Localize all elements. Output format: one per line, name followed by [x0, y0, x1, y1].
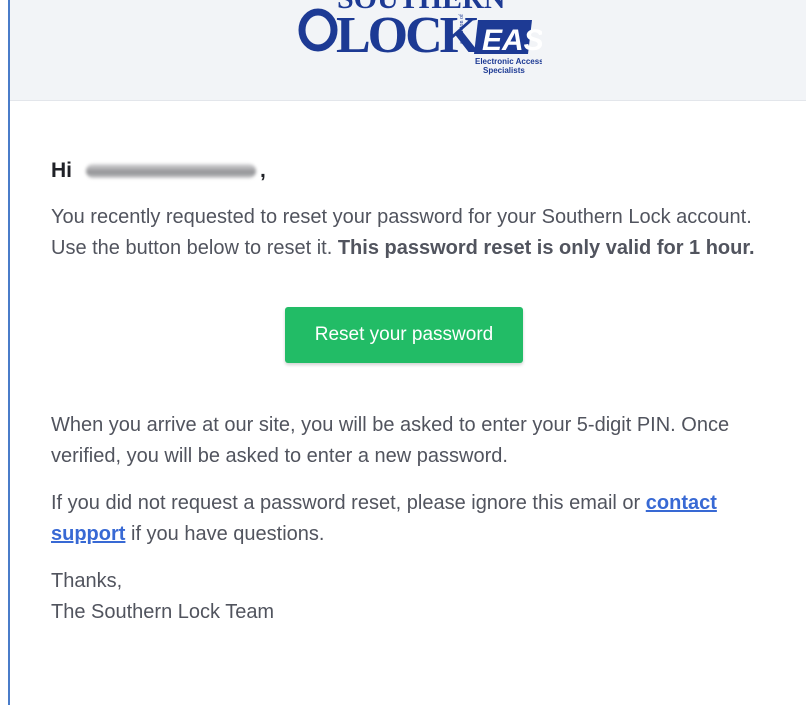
redacted-name: [86, 164, 256, 179]
intro-validity-note: This password reset is only valid for 1 …: [337, 236, 755, 259]
ignore-suffix: if you have questions.: [125, 522, 325, 545]
greeting-prefix: Hi: [51, 159, 72, 182]
ignore-paragraph: If you did not request a password reset,…: [51, 488, 791, 550]
greeting-suffix: ,: [260, 159, 266, 182]
signoff: Thanks,: [51, 569, 123, 592]
reset-password-button[interactable]: Reset your password: [285, 306, 523, 363]
logo-ring-icon: [298, 8, 338, 52]
greeting: Hi ,: [51, 155, 791, 188]
button-row: Reset your password: [51, 306, 751, 363]
southern-lock-logo[interactable]: SOUTHERN LOCK a division of EAS Electron…: [292, 0, 542, 82]
ignore-prefix: If you did not request a password reset,…: [51, 491, 646, 514]
logo-tagline-1: Electronic Access: [475, 57, 542, 66]
logo-division-text: a division of: [458, 14, 465, 44]
eas-badge-text: EAS: [482, 24, 542, 57]
email-header: SOUTHERN LOCK a division of EAS Electron…: [10, 0, 806, 101]
email-frame: SOUTHERN LOCK a division of EAS Electron…: [8, 0, 806, 705]
logo-tagline-2: Specialists: [483, 66, 525, 75]
signature: The Southern Lock Team: [51, 600, 275, 623]
pin-paragraph: When you arrive at our site, you will be…: [51, 413, 730, 467]
intro-paragraph: You recently requested to reset your pas…: [51, 202, 791, 264]
logo-graphic: SOUTHERN LOCK a division of EAS Electron…: [298, 0, 542, 75]
email-body: Hi , You recently requested to reset you…: [51, 155, 791, 628]
